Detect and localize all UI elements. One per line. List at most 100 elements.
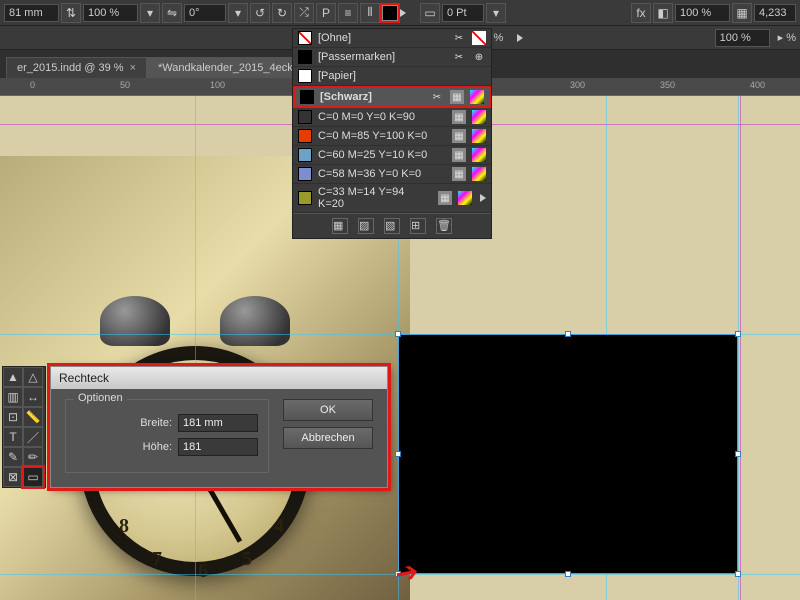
link-icon[interactable]: ⇅	[61, 3, 81, 23]
swatch-label: [Schwarz]	[320, 91, 424, 103]
swatch-label: [Papier]	[318, 70, 486, 82]
opacity-icon[interactable]: ◧	[653, 3, 673, 23]
flip-h-icon[interactable]: ⇋	[162, 3, 182, 23]
resize-handle[interactable]	[395, 451, 401, 457]
panel-menu-arrow[interactable]	[517, 34, 523, 42]
resize-handle[interactable]	[735, 451, 741, 457]
ruler-tool[interactable]: 📏	[23, 407, 43, 427]
distribute-icon[interactable]: ⦀	[360, 3, 380, 23]
page-tool[interactable]: ▥	[3, 387, 23, 407]
show-color-icon[interactable]: ▨	[358, 218, 374, 234]
options-group: Optionen Breite: Höhe:	[65, 399, 269, 473]
cancel-button[interactable]: Abbrechen	[283, 427, 373, 449]
grid-icon[interactable]: ▦	[732, 3, 752, 23]
guide[interactable]	[195, 96, 196, 600]
resize-handle[interactable]	[735, 571, 741, 577]
coord-field[interactable]	[754, 4, 796, 22]
dialog-title: Rechteck	[51, 367, 387, 389]
cmyk-icon	[470, 90, 484, 104]
flip-icon[interactable]: ⤮	[294, 3, 314, 23]
rectangle-dialog: Rechteck Optionen Breite: Höhe: OK Abbre…	[50, 366, 388, 488]
scissors-icon: ✂	[430, 90, 444, 104]
close-icon[interactable]: ×	[130, 62, 136, 74]
resize-handle[interactable]	[395, 331, 401, 337]
new-swatch-icon[interactable]: ⊞	[410, 218, 426, 234]
chevron-down-icon[interactable]: ▾	[486, 3, 506, 23]
selection-tool[interactable]: ▲	[3, 367, 23, 387]
ok-button[interactable]: OK	[283, 399, 373, 421]
rotate-cw-icon[interactable]: ↻	[272, 3, 292, 23]
control-toolbar: ⇅ ▾ ⇋ ▾ ↺ ↻ ⤮ P ≡ ⦀ ▭ ▾ fx ◧ ▦	[0, 0, 800, 26]
swatch-label: C=33 M=14 Y=94 K=20	[318, 186, 432, 210]
percent-arrow-icon[interactable]: ▸ %	[778, 31, 796, 44]
fx-icon[interactable]: fx	[631, 3, 651, 23]
line-tool[interactable]: ／	[23, 427, 43, 447]
swatch-chip	[298, 31, 312, 45]
swatch-black[interactable]: [Schwarz] ✂ ▦	[293, 86, 491, 108]
swatch-item[interactable]: C=60 M=25 Y=10 K=0▦	[293, 146, 491, 165]
swatch-chip	[298, 69, 312, 83]
swatch-chip	[298, 50, 312, 64]
rotate-ccw-icon[interactable]: ↺	[250, 3, 270, 23]
swatch-registration[interactable]: [Passermarken] ✂ ⊕	[293, 48, 491, 67]
fill-color-menu-arrow[interactable]	[400, 9, 406, 17]
delete-swatch-icon[interactable]: 🗑	[436, 218, 452, 234]
direct-selection-tool[interactable]: △	[23, 367, 43, 387]
zoom-field-1[interactable]	[83, 4, 138, 22]
swatch-chip	[298, 110, 312, 124]
pencil-tool[interactable]: ✏	[23, 447, 43, 467]
show-gradient-icon[interactable]: ▧	[384, 218, 400, 234]
swatch-label: C=60 M=25 Y=10 K=0	[318, 149, 446, 161]
pen-tool[interactable]: ✎	[3, 447, 23, 467]
swatch-item[interactable]: C=0 M=0 Y=0 K=90▦	[293, 108, 491, 127]
swatch-label: C=0 M=85 Y=100 K=0	[318, 130, 446, 142]
stroke-weight-field[interactable]	[442, 4, 484, 22]
guide[interactable]	[738, 96, 739, 600]
zoom-field-3[interactable]	[715, 29, 770, 47]
margin-guide	[740, 96, 741, 600]
more-arrow-icon[interactable]	[480, 194, 486, 202]
content-tool[interactable]: ⊡	[3, 407, 23, 427]
rotate-field[interactable]	[184, 4, 226, 22]
swatch-chip	[300, 90, 314, 104]
zoom-field-2[interactable]	[675, 4, 730, 22]
resize-handle[interactable]	[735, 331, 741, 337]
scissors-icon: ✂	[452, 31, 466, 45]
stroke-icon[interactable]: ▭	[420, 3, 440, 23]
swatch-item[interactable]: C=58 M=36 Y=0 K=0▦	[293, 165, 491, 184]
swatches-footer: ▦ ▨ ▧ ⊞ 🗑	[293, 213, 491, 238]
chevron-down-icon[interactable]: ▾	[140, 3, 160, 23]
gap-tool[interactable]: ↔	[23, 387, 43, 407]
p-icon[interactable]: P	[316, 3, 336, 23]
swatch-none[interactable]: [Ohne] ✂	[293, 29, 491, 48]
swatch-chip	[298, 148, 312, 162]
show-all-icon[interactable]: ▦	[332, 218, 348, 234]
width-field[interactable]	[178, 414, 258, 432]
swatch-paper[interactable]: [Papier]	[293, 67, 491, 86]
rectangle-frame[interactable]	[398, 334, 738, 574]
registration-icon: ⊕	[472, 50, 486, 64]
tab-doc-1[interactable]: er_2015.indd @ 39 % ×	[6, 57, 147, 78]
align-icon[interactable]: ≡	[338, 3, 358, 23]
swatch-chip	[298, 191, 312, 205]
swatch-chip	[298, 129, 312, 143]
width-label: Breite:	[122, 417, 172, 429]
swatch-label: C=58 M=36 Y=0 K=0	[318, 168, 446, 180]
swatch-item[interactable]: C=0 M=85 Y=100 K=0▦	[293, 127, 491, 146]
rectangle-tool[interactable]: ▭	[23, 467, 43, 487]
height-field[interactable]	[178, 438, 258, 456]
fill-color-swatch[interactable]	[382, 5, 398, 21]
size-field[interactable]	[4, 4, 59, 22]
none-icon	[472, 31, 486, 45]
swatch-item[interactable]: C=33 M=14 Y=94 K=20▦	[293, 184, 491, 213]
resize-handle[interactable]	[565, 331, 571, 337]
chevron-down-icon[interactable]: ▾	[228, 3, 248, 23]
tools-panel: ▲ △ ▥ ↔ ⊡ 📏 T ／ ✎ ✏ ⊠ ▭	[2, 366, 46, 488]
type-tool[interactable]: T	[3, 427, 23, 447]
tab-label: *Wandkalender_2015_4eck...	[158, 62, 302, 74]
frame-tool[interactable]: ⊠	[3, 467, 23, 487]
tab-label: er_2015.indd @ 39 %	[17, 62, 124, 74]
resize-handle[interactable]	[565, 571, 571, 577]
height-label: Höhe:	[122, 441, 172, 453]
swatch-label: C=0 M=0 Y=0 K=90	[318, 111, 446, 123]
